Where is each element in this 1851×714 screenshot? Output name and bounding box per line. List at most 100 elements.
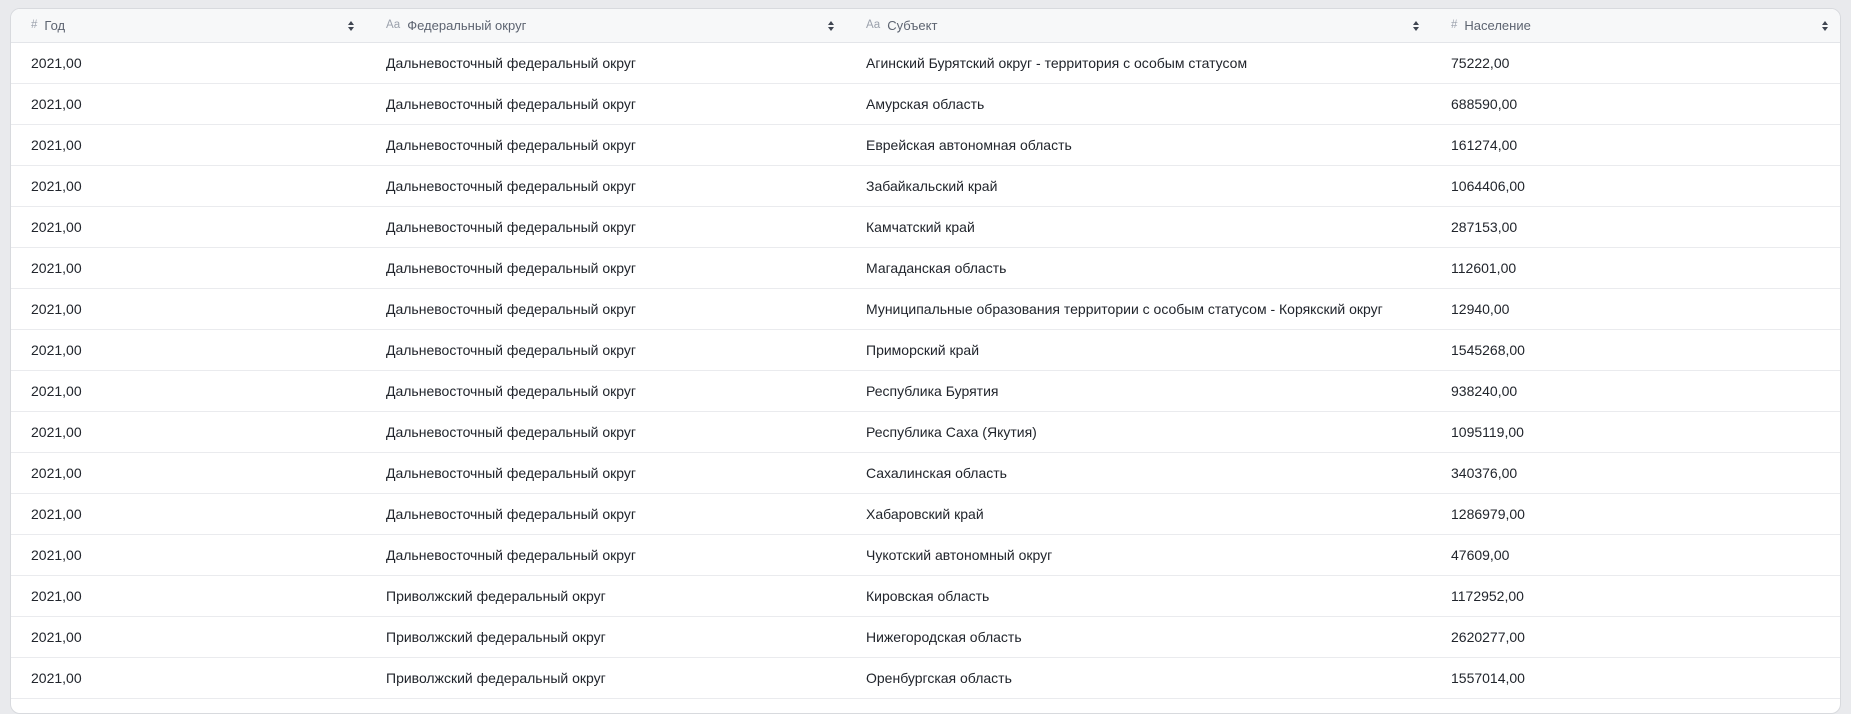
cell-year[interactable]: 2021,00 — [11, 617, 366, 657]
cell-population[interactable]: 1286979,00 — [1431, 494, 1840, 534]
cell-subject[interactable]: Приморский край — [846, 330, 1431, 370]
cell-district[interactable]: Дальневосточный федеральный округ — [366, 125, 846, 165]
cell-district[interactable]: Приволжский федеральный округ — [366, 658, 846, 698]
cell-district[interactable]: Приволжский федеральный округ — [366, 576, 846, 616]
table-row[interactable]: 2021,00Дальневосточный федеральный округ… — [11, 207, 1840, 248]
cell-subject[interactable]: Агинский Бурятский округ - территория с … — [846, 43, 1431, 83]
cell-population[interactable]: 938240,00 — [1431, 371, 1840, 411]
cell-district[interactable]: Дальневосточный федеральный округ — [366, 43, 846, 83]
cell-population[interactable]: 12940,00 — [1431, 289, 1840, 329]
sort-icon[interactable] — [1812, 21, 1828, 31]
cell-year[interactable]: 2021,00 — [11, 453, 366, 493]
cell-year[interactable]: 2021,00 — [11, 658, 366, 698]
cell-year[interactable]: 2021,00 — [11, 576, 366, 616]
cell-district[interactable]: Дальневосточный федеральный округ — [366, 289, 846, 329]
cell-district[interactable]: Дальневосточный федеральный округ — [366, 330, 846, 370]
column-label-population: Население — [1464, 18, 1530, 33]
cell-population[interactable]: 1557014,00 — [1431, 658, 1840, 698]
cell-subject[interactable]: Амурская область — [846, 84, 1431, 124]
cell-year[interactable]: 2021,00 — [11, 494, 366, 534]
cell-district[interactable]: Дальневосточный федеральный округ — [366, 412, 846, 452]
text-type-icon: Аа — [866, 20, 880, 32]
cell-subject[interactable]: Республика Бурятия — [846, 371, 1431, 411]
cell-subject[interactable]: Нижегородская область — [846, 617, 1431, 657]
cell-subject[interactable]: Сахалинская область — [846, 453, 1431, 493]
cell-district[interactable]: Дальневосточный федеральный округ — [366, 494, 846, 534]
table-row[interactable]: 2021,00Дальневосточный федеральный округ… — [11, 248, 1840, 289]
cell-population[interactable]: 47609,00 — [1431, 535, 1840, 575]
text-type-icon: Аа — [386, 20, 400, 32]
cell-population[interactable]: 1064406,00 — [1431, 166, 1840, 206]
table-row[interactable]: 2021,00Дальневосточный федеральный округ… — [11, 412, 1840, 453]
cell-subject[interactable]: Камчатский край — [846, 207, 1431, 247]
caret-down-icon — [1413, 27, 1419, 31]
sort-icon[interactable] — [818, 21, 834, 31]
cell-subject[interactable]: Хабаровский край — [846, 494, 1431, 534]
sort-icon[interactable] — [338, 21, 354, 31]
table-row[interactable]: 2021,00Дальневосточный федеральный округ… — [11, 84, 1840, 125]
table-row[interactable]: 2021,00Приволжский федеральный округКиро… — [11, 576, 1840, 617]
cell-district[interactable]: Дальневосточный федеральный округ — [366, 84, 846, 124]
cell-year[interactable]: 2021,00 — [11, 43, 366, 83]
table-row[interactable]: 2021,00Приволжский федеральный округНиже… — [11, 617, 1840, 658]
cell-year[interactable]: 2021,00 — [11, 166, 366, 206]
table-row[interactable]: 2021,00Дальневосточный федеральный округ… — [11, 125, 1840, 166]
cell-year[interactable]: 2021,00 — [11, 412, 366, 452]
number-type-icon: # — [31, 20, 37, 32]
table-row[interactable]: 2021,00Дальневосточный федеральный округ… — [11, 289, 1840, 330]
cell-subject[interactable]: Муниципальные образования территории с о… — [846, 289, 1431, 329]
cell-year[interactable]: 2021,00 — [11, 84, 366, 124]
cell-district[interactable]: Дальневосточный федеральный округ — [366, 371, 846, 411]
cell-year[interactable]: 2021,00 — [11, 248, 366, 288]
table-row[interactable]: 2021,00Дальневосточный федеральный округ… — [11, 535, 1840, 576]
cell-year[interactable]: 2021,00 — [11, 289, 366, 329]
cell-population[interactable]: 2620277,00 — [1431, 617, 1840, 657]
cell-population[interactable]: 1095119,00 — [1431, 412, 1840, 452]
cell-district[interactable]: Дальневосточный федеральный округ — [366, 207, 846, 247]
cell-population[interactable]: 1545268,00 — [1431, 330, 1840, 370]
cell-subject[interactable]: Оренбургская область — [846, 658, 1431, 698]
cell-year[interactable]: 2021,00 — [11, 125, 366, 165]
cell-year[interactable]: 2021,00 — [11, 207, 366, 247]
cell-subject[interactable]: Республика Саха (Якутия) — [846, 412, 1431, 452]
cell-district[interactable]: Приволжский федеральный округ — [366, 617, 846, 657]
cell-population[interactable]: 287153,00 — [1431, 207, 1840, 247]
table-row[interactable]: 2021,00Дальневосточный федеральный округ… — [11, 43, 1840, 84]
cell-district[interactable]: Дальневосточный федеральный округ — [366, 535, 846, 575]
column-header-year[interactable]: # Год — [11, 9, 366, 42]
cell-subject[interactable]: Забайкальский край — [846, 166, 1431, 206]
caret-up-icon — [828, 21, 834, 25]
cell-population[interactable]: 161274,00 — [1431, 125, 1840, 165]
cell-population[interactable]: 1172952,00 — [1431, 576, 1840, 616]
cell-subject[interactable]: Чукотский автономный округ — [846, 535, 1431, 575]
column-header-district[interactable]: Аа Федеральный округ — [366, 9, 846, 42]
cell-year[interactable]: 2021,00 — [11, 535, 366, 575]
cell-year[interactable]: 2021,00 — [11, 330, 366, 370]
cell-district[interactable]: Дальневосточный федеральный округ — [366, 166, 846, 206]
table-header: # Год Аа Федеральный округ Аа Субъект # … — [11, 9, 1840, 43]
cell-subject[interactable]: Кировская область — [846, 576, 1431, 616]
cell-population[interactable]: 340376,00 — [1431, 453, 1840, 493]
table-row[interactable]: 2021,00Дальневосточный федеральный округ… — [11, 371, 1840, 412]
cell-subject[interactable]: Магаданская область — [846, 248, 1431, 288]
table-row[interactable]: 2021,00Дальневосточный федеральный округ… — [11, 453, 1840, 494]
column-label-year: Год — [44, 18, 65, 33]
cell-population[interactable]: 75222,00 — [1431, 43, 1840, 83]
column-header-population[interactable]: # Население — [1431, 9, 1840, 42]
caret-up-icon — [1413, 21, 1419, 25]
cell-district[interactable]: Дальневосточный федеральный округ — [366, 248, 846, 288]
table-row[interactable]: 2021,00Дальневосточный федеральный округ… — [11, 330, 1840, 371]
table-row[interactable]: 2021,00Дальневосточный федеральный округ… — [11, 166, 1840, 207]
column-label-subject: Субъект — [887, 18, 937, 33]
column-header-subject[interactable]: Аа Субъект — [846, 9, 1431, 42]
cell-year[interactable]: 2021,00 — [11, 371, 366, 411]
table-row[interactable]: 2021,00Приволжский федеральный округОрен… — [11, 658, 1840, 699]
caret-down-icon — [1822, 27, 1828, 31]
sort-icon[interactable] — [1403, 21, 1419, 31]
caret-up-icon — [348, 21, 354, 25]
cell-population[interactable]: 112601,00 — [1431, 248, 1840, 288]
cell-population[interactable]: 688590,00 — [1431, 84, 1840, 124]
table-row[interactable]: 2021,00Дальневосточный федеральный округ… — [11, 494, 1840, 535]
cell-district[interactable]: Дальневосточный федеральный округ — [366, 453, 846, 493]
cell-subject[interactable]: Еврейская автономная область — [846, 125, 1431, 165]
